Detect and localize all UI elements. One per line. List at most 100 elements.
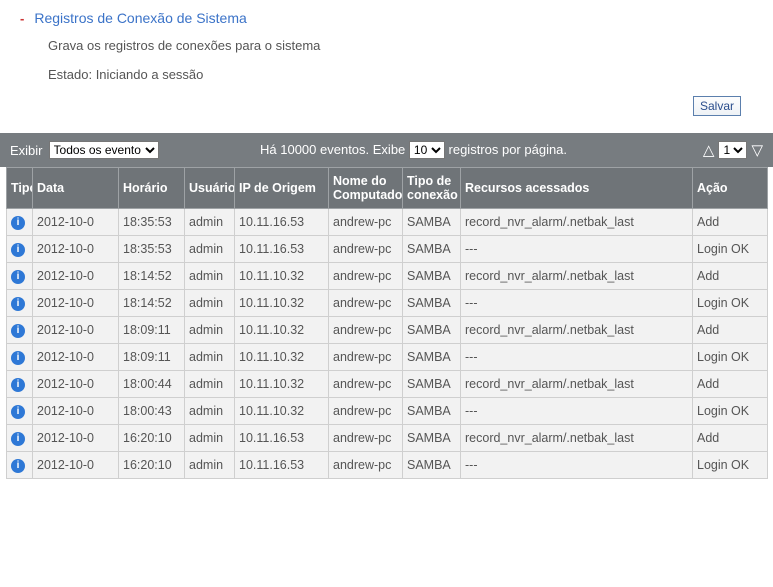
cell-date: 2012-10-0	[33, 236, 119, 263]
cell-conn: SAMBA	[403, 425, 461, 452]
table-header-row: Tipo Data Horário Usuário IP de Origem N…	[7, 168, 768, 209]
prev-page-icon[interactable]: △	[703, 141, 715, 159]
cell-time: 18:00:43	[119, 398, 185, 425]
status-text: Estado: Iniciando a sessão	[48, 67, 763, 82]
cell-type: i	[7, 236, 33, 263]
page-select[interactable]: 1	[718, 141, 747, 159]
cell-host: andrew-pc	[329, 263, 403, 290]
cell-host: andrew-pc	[329, 425, 403, 452]
cell-type: i	[7, 290, 33, 317]
table-row: i2012-10-018:09:11admin10.11.10.32andrew…	[7, 344, 768, 371]
cell-act: Add	[693, 317, 768, 344]
log-toolbar: Exibir Todos os evento Há 10000 eventos.…	[0, 133, 773, 167]
cell-host: andrew-pc	[329, 371, 403, 398]
cell-host: andrew-pc	[329, 317, 403, 344]
col-time[interactable]: Horário	[119, 168, 185, 209]
col-action[interactable]: Ação	[693, 168, 768, 209]
col-ip[interactable]: IP de Origem	[235, 168, 329, 209]
table-row: i2012-10-016:20:10admin10.11.16.53andrew…	[7, 425, 768, 452]
cell-ip: 10.11.16.53	[235, 209, 329, 236]
cell-user: admin	[185, 290, 235, 317]
table-row: i2012-10-018:14:52admin10.11.10.32andrew…	[7, 263, 768, 290]
cell-host: andrew-pc	[329, 344, 403, 371]
cell-ip: 10.11.10.32	[235, 263, 329, 290]
table-row: i2012-10-016:20:10admin10.11.16.53andrew…	[7, 452, 768, 479]
info-icon: i	[11, 432, 25, 446]
cell-conn: SAMBA	[403, 209, 461, 236]
cell-act: Login OK	[693, 236, 768, 263]
cell-host: andrew-pc	[329, 398, 403, 425]
cell-res: record_nvr_alarm/.netbak_last	[461, 317, 693, 344]
cell-time: 18:14:52	[119, 263, 185, 290]
cell-ip: 10.11.16.53	[235, 236, 329, 263]
info-icon: i	[11, 216, 25, 230]
info-icon: i	[11, 351, 25, 365]
cell-date: 2012-10-0	[33, 398, 119, 425]
cell-act: Login OK	[693, 452, 768, 479]
cell-time: 16:20:10	[119, 452, 185, 479]
cell-res: record_nvr_alarm/.netbak_last	[461, 371, 693, 398]
cell-act: Login OK	[693, 398, 768, 425]
cell-res: ---	[461, 398, 693, 425]
info-icon: i	[11, 243, 25, 257]
table-row: i2012-10-018:14:52admin10.11.10.32andrew…	[7, 290, 768, 317]
col-resources[interactable]: Recursos acessados	[461, 168, 693, 209]
cell-host: andrew-pc	[329, 236, 403, 263]
cell-time: 18:09:11	[119, 317, 185, 344]
event-filter-select[interactable]: Todos os evento	[49, 141, 159, 159]
section-description: Grava os registros de conexões para o si…	[48, 38, 763, 53]
cell-type: i	[7, 425, 33, 452]
cell-host: andrew-pc	[329, 209, 403, 236]
cell-type: i	[7, 371, 33, 398]
cell-time: 18:14:52	[119, 290, 185, 317]
cell-host: andrew-pc	[329, 452, 403, 479]
cell-type: i	[7, 344, 33, 371]
cell-user: admin	[185, 263, 235, 290]
cell-ip: 10.11.10.32	[235, 344, 329, 371]
cell-date: 2012-10-0	[33, 209, 119, 236]
cell-ip: 10.11.10.32	[235, 371, 329, 398]
cell-host: andrew-pc	[329, 290, 403, 317]
collapse-toggle[interactable]: -	[10, 11, 24, 26]
cell-user: admin	[185, 317, 235, 344]
col-type[interactable]: Tipo	[7, 168, 33, 209]
cell-user: admin	[185, 209, 235, 236]
table-row: i2012-10-018:00:43admin10.11.10.32andrew…	[7, 398, 768, 425]
cell-res: ---	[461, 344, 693, 371]
cell-time: 18:00:44	[119, 371, 185, 398]
table-row: i2012-10-018:09:11admin10.11.10.32andrew…	[7, 317, 768, 344]
table-row: i2012-10-018:35:53admin10.11.16.53andrew…	[7, 236, 768, 263]
cell-date: 2012-10-0	[33, 344, 119, 371]
page-size-select[interactable]: 10	[409, 141, 445, 159]
cell-date: 2012-10-0	[33, 263, 119, 290]
col-host[interactable]: Nome do Computador	[329, 168, 403, 209]
info-icon: i	[11, 297, 25, 311]
cell-time: 16:20:10	[119, 425, 185, 452]
save-button[interactable]: Salvar	[693, 96, 741, 116]
cell-conn: SAMBA	[403, 263, 461, 290]
cell-type: i	[7, 452, 33, 479]
cell-type: i	[7, 263, 33, 290]
cell-user: admin	[185, 398, 235, 425]
events-summary: Há 10000 eventos. Exibe 10 registros por…	[260, 141, 703, 159]
cell-conn: SAMBA	[403, 236, 461, 263]
cell-conn: SAMBA	[403, 290, 461, 317]
cell-act: Add	[693, 425, 768, 452]
col-date[interactable]: Data	[33, 168, 119, 209]
next-page-icon[interactable]: ▽	[751, 141, 763, 159]
col-conn[interactable]: Tipo de conexão	[403, 168, 461, 209]
cell-date: 2012-10-0	[33, 317, 119, 344]
cell-conn: SAMBA	[403, 317, 461, 344]
cell-conn: SAMBA	[403, 452, 461, 479]
cell-act: Login OK	[693, 290, 768, 317]
cell-res: record_nvr_alarm/.netbak_last	[461, 425, 693, 452]
cell-ip: 10.11.16.53	[235, 452, 329, 479]
section-title: Registros de Conexão de Sistema	[34, 10, 246, 26]
cell-date: 2012-10-0	[33, 425, 119, 452]
cell-user: admin	[185, 452, 235, 479]
cell-res: ---	[461, 452, 693, 479]
cell-conn: SAMBA	[403, 344, 461, 371]
cell-time: 18:35:53	[119, 236, 185, 263]
cell-ip: 10.11.10.32	[235, 317, 329, 344]
col-user[interactable]: Usuário	[185, 168, 235, 209]
